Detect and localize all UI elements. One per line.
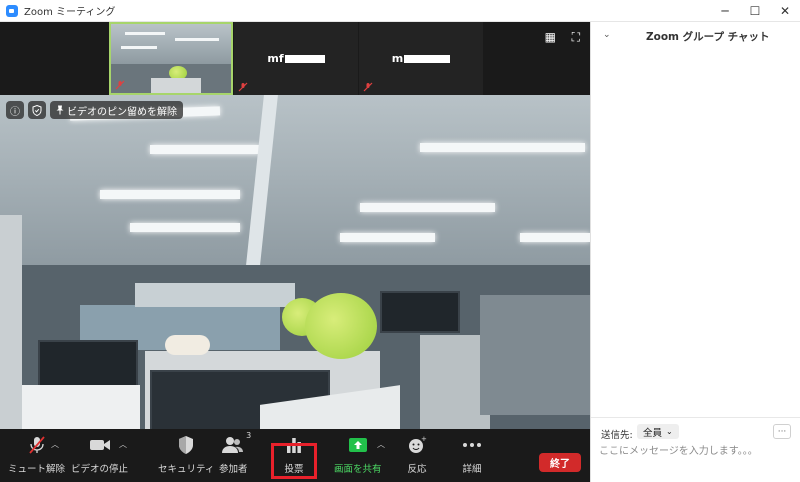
chat-message-input[interactable]	[599, 442, 789, 460]
chat-footer: 送信先: 全員 ⌄ ···	[591, 417, 800, 482]
share-screen-label: 画面を共有	[334, 464, 382, 475]
mic-muted-icon	[115, 80, 125, 90]
info-icon[interactable]: ⓘ	[6, 101, 24, 119]
meeting-toolbar: ミュート解除 ︿ ビデオの停止 ︿ セキュリティ 3 参加者 投票 画面を共有 …	[0, 429, 590, 482]
mic-muted-icon	[25, 433, 49, 457]
video-options-chevron-icon[interactable]: ︿	[119, 439, 127, 450]
poll-highlight-box	[271, 443, 317, 479]
thumbnail-strip: mf m ▦ ⛶	[0, 22, 590, 95]
pin-icon	[56, 105, 64, 115]
svg-text:+: +	[421, 435, 427, 443]
participant-name: mf	[234, 52, 358, 65]
zoom-app-icon	[6, 4, 18, 17]
gallery-view-icon[interactable]: ▦	[545, 30, 556, 44]
main-video: ⓘ ビデオのピン留めを解除	[0, 95, 590, 451]
video-ceiling	[0, 95, 590, 265]
share-screen-icon	[346, 433, 370, 457]
chevron-down-icon[interactable]: ⌄	[603, 30, 611, 40]
fullscreen-icon[interactable]: ⛶	[572, 30, 580, 45]
send-to-select[interactable]: 全員 ⌄	[637, 424, 679, 439]
window-title: Zoom ミーティング	[24, 7, 116, 18]
participant-name: m	[359, 52, 483, 65]
reactions-label: 反応	[407, 464, 427, 475]
mic-muted-icon	[238, 82, 248, 92]
shield-icon[interactable]	[28, 101, 46, 119]
maximize-button[interactable]: ☐	[740, 0, 770, 22]
participant-thumbnail[interactable]: m	[359, 22, 483, 95]
unpin-video-label: ビデオのピン留めを解除	[67, 106, 177, 118]
participants-button[interactable]: 3 参加者	[219, 431, 251, 475]
send-to-value: 全員	[643, 427, 663, 439]
minimize-button[interactable]: ─	[710, 0, 740, 22]
close-button[interactable]: ✕	[770, 0, 800, 22]
unmute-label: ミュート解除	[8, 464, 66, 475]
reactions-button[interactable]: + 反応	[405, 433, 429, 475]
shield-icon	[174, 433, 198, 457]
participants-icon: 3	[221, 431, 251, 457]
video-overlay-controls: ⓘ ビデオのピン留めを解除	[6, 101, 183, 119]
more-options-label: 詳細	[462, 464, 482, 475]
audio-options-chevron-icon[interactable]: ︿	[51, 439, 59, 450]
send-to-label: 送信先:	[601, 430, 633, 441]
title-bar: Zoom ミーティング ─ ☐ ✕	[0, 0, 800, 22]
participant-thumbnail[interactable]	[109, 22, 233, 95]
chat-header: ⌄ Zoom グループ チャット	[591, 22, 800, 50]
security-label: セキュリティ	[158, 464, 215, 475]
video-camera-icon	[88, 433, 112, 457]
chat-panel: ⌄ Zoom グループ チャット 送信先: 全員 ⌄ ···	[590, 22, 800, 482]
security-button[interactable]: セキュリティ	[158, 433, 214, 475]
share-screen-button[interactable]: 画面を共有	[334, 433, 382, 475]
participant-count: 3	[246, 431, 252, 440]
chat-more-button[interactable]: ···	[773, 424, 791, 439]
unpin-video-button[interactable]: ビデオのピン留めを解除	[50, 101, 183, 119]
mic-muted-icon	[363, 82, 373, 92]
chat-title: Zoom グループ チャット	[646, 31, 770, 43]
stop-video-label: ビデオの停止	[71, 464, 129, 475]
chevron-down-icon: ⌄	[666, 427, 673, 436]
share-options-chevron-icon[interactable]: ︿	[377, 439, 385, 450]
end-meeting-button[interactable]: 終了	[539, 453, 581, 472]
smiley-icon: +	[405, 433, 429, 457]
participants-label: 参加者	[219, 464, 248, 475]
meeting-area: mf m ▦ ⛶ ⓘ ビデオのピン留めを解除	[0, 22, 590, 482]
more-dots-icon	[460, 433, 484, 457]
more-options-button[interactable]: 詳細	[460, 433, 484, 475]
participant-thumbnail[interactable]: mf	[234, 22, 358, 95]
